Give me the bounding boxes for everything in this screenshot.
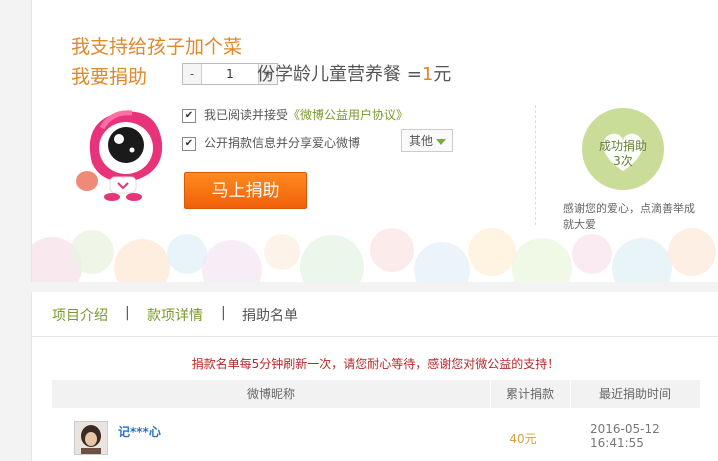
header-recent-time: 最近捐助时间 — [598, 387, 671, 401]
page: 我支持给孩子加个菜 我要捐助 - 1 + 份学龄儿童营养餐 =1元 ✔ 我已阅读… — [0, 0, 718, 461]
tab-project-intro[interactable]: 项目介绍 — [52, 305, 108, 325]
donate-now-button[interactable]: 马上捐助 — [184, 172, 307, 209]
unit-prefix: 份学龄儿童营养餐 = — [257, 64, 422, 85]
vertical-divider — [535, 105, 536, 225]
share-select-value: 其他 — [409, 134, 434, 148]
donation-list-panel: 项目介绍 | 款项详情 | 捐助名单 捐款名单每5分钟刷新一次，请您耐心等待，感… — [31, 292, 718, 461]
success-count: 3次 — [613, 154, 633, 168]
hero-title: 我支持给孩子加个菜 — [71, 36, 243, 58]
agree-label: 我已阅读并接受《微博公益用户协议》 — [204, 106, 408, 123]
agreement-link[interactable]: 《微博公益用户协议》 — [288, 108, 408, 122]
decrement-button[interactable]: - — [183, 64, 201, 84]
dropdown-arrow-icon — [436, 139, 446, 145]
unit-amount: 1 — [421, 64, 434, 85]
donate-label: 我要捐助 — [71, 66, 148, 88]
refresh-notice: 捐款名单每5分钟刷新一次，请您耐心等待，感谢您对微公益的支持！ — [191, 357, 560, 371]
header-nickname: 微博昵称 — [246, 387, 295, 401]
agree-checkbox[interactable]: ✔ — [182, 109, 196, 123]
quantity-value[interactable]: 1 — [201, 64, 259, 84]
unit-description: 份学龄儿童营养餐 =1元 — [257, 60, 451, 86]
agree-prefix: 我已阅读并接受 — [204, 108, 289, 122]
unit-suffix: 元 — [433, 64, 452, 85]
table-row: 记***心 40元 2016-05-12 16:41:55 — [52, 418, 700, 455]
thanks-message: 感谢您的爱心，点滴善举成就大爱 — [563, 202, 695, 231]
share-checkbox[interactable]: ✔ — [182, 137, 196, 151]
tab-fund-details[interactable]: 款项详情 — [147, 305, 203, 325]
tab-separator: | — [125, 305, 130, 321]
share-label: 公开捐款信息并分享爱心微博 — [204, 136, 361, 150]
table-header: 微博昵称 累计捐款 最近捐助时间 — [52, 380, 700, 408]
tab-bar: 项目介绍 | 款项详情 | 捐助名单 — [32, 292, 718, 337]
donor-date: 2016-05-12 — [590, 422, 660, 436]
header-total: 累计捐款 — [505, 387, 554, 401]
donor-time: 2016-05-12 16:41:55 — [590, 422, 660, 450]
share-visibility-select[interactable]: 其他 — [401, 129, 453, 152]
weibo-mascot-icon — [76, 110, 163, 201]
tab-donor-list[interactable]: 捐助名单 — [242, 305, 298, 325]
donor-nickname[interactable]: 记***心 — [118, 423, 161, 440]
donor-amount: 40元 — [509, 432, 537, 446]
avatar[interactable] — [74, 421, 108, 455]
tab-separator: | — [221, 305, 226, 321]
donor-clock: 16:41:55 — [590, 436, 644, 450]
donation-panel: 我支持给孩子加个菜 我要捐助 - 1 + 份学龄儿童营养餐 =1元 ✔ 我已阅读… — [31, 0, 718, 282]
